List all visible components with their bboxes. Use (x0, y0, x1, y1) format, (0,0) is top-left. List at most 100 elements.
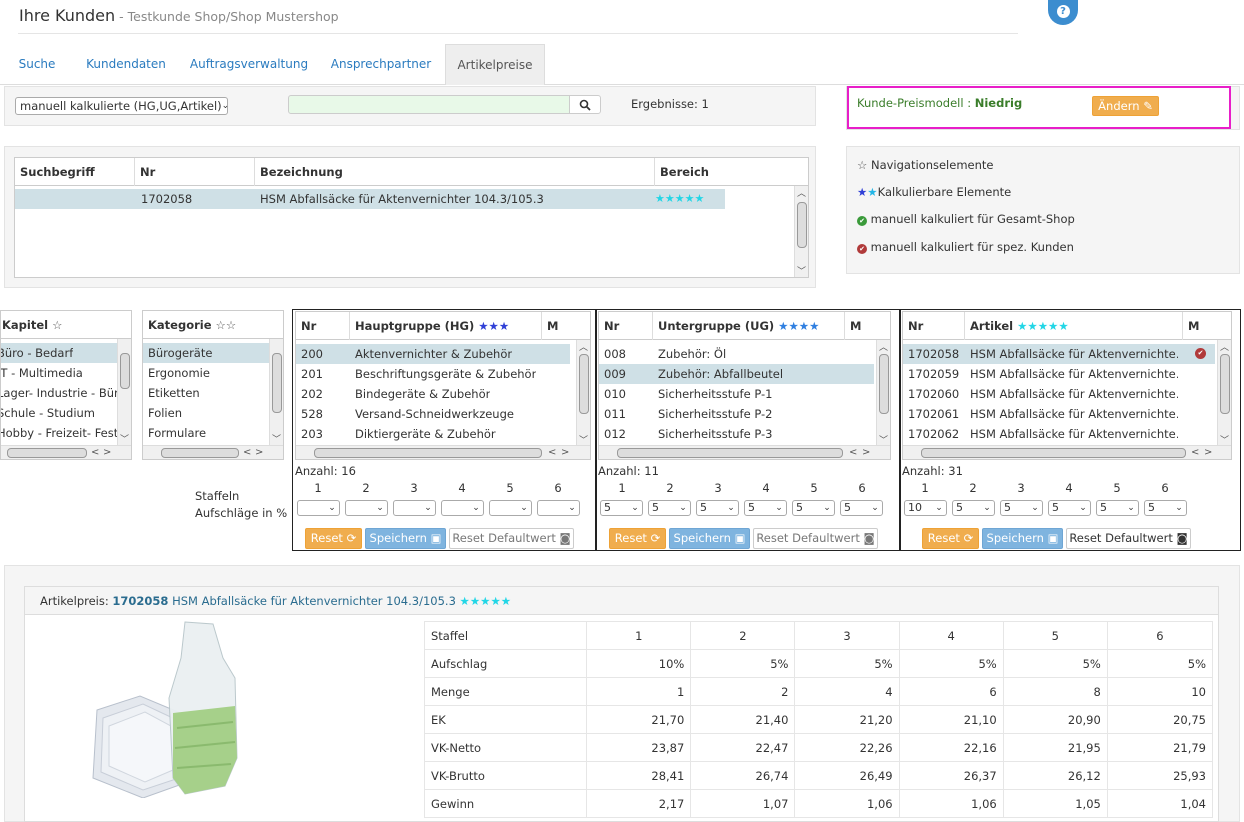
hg-col-name[interactable]: Hauptgruppe (HG) ★★★ (350, 312, 542, 340)
table-row[interactable]: 012 Sicherheitsstufe P-3 (599, 424, 874, 444)
table-row[interactable]: 1702061 HSM Abfallsäcke für Aktenvernicht… (903, 404, 1215, 424)
table-row[interactable]: 1702059 HSM Abfallsäcke für Aktenvernicht… (903, 364, 1215, 384)
artikel-hscroll[interactable]: < > (903, 445, 1231, 459)
scroll-thumb[interactable] (161, 448, 239, 458)
ug-aufschlag-select-4[interactable]: 5 ⌄ (744, 500, 787, 516)
scroll-up-icon[interactable]: ︿ (577, 340, 590, 353)
list-item[interactable]: Etiketten (143, 383, 270, 403)
scroll-right-icon[interactable]: > (561, 446, 569, 459)
tab-suche[interactable]: Suche (8, 44, 66, 85)
table-row[interactable]: 008 Zubehör: Öl (599, 344, 874, 364)
hg-aufschlag-select-1[interactable]: ⌄ (297, 500, 340, 516)
ug-vscroll[interactable]: ︿ ﹀ (876, 340, 890, 446)
table-row[interactable]: 201 Beschriftungsgeräte & Zubehör (296, 364, 570, 384)
hg-col-nr[interactable]: Nr (296, 312, 350, 340)
list-item[interactable]: Büro - Bedarf (1, 343, 118, 363)
hg-aufschlag-select-3[interactable]: ⌄ (393, 500, 436, 516)
artikel-col-nr[interactable]: Nr (903, 312, 965, 340)
artikel-aufschlag-select-4[interactable]: 5 ⌄ (1048, 500, 1091, 516)
ug-col-nr[interactable]: Nr (599, 312, 653, 340)
scroll-right-icon[interactable]: > (255, 446, 263, 459)
kategorie-header-label[interactable]: Kategorie ☆☆ (143, 311, 283, 339)
col-bereich[interactable]: Bereich (655, 158, 808, 186)
scroll-left-icon[interactable]: < (243, 446, 251, 459)
scroll-left-icon[interactable]: < (1191, 446, 1199, 459)
scroll-thumb[interactable] (579, 354, 589, 414)
ug-col-name[interactable]: Untergruppe (UG) ★★★★ (653, 312, 845, 340)
table-row[interactable]: 010 Sicherheitsstufe P-1 (599, 384, 874, 404)
hg-reset-default-button[interactable]: Reset Defaultwert ◙ (449, 528, 574, 549)
scroll-thumb[interactable] (797, 202, 807, 248)
help-button[interactable]: ? (1048, 0, 1078, 25)
list-item[interactable]: Formulare (143, 423, 270, 443)
ug-aufschlag-select-5[interactable]: 5 ⌄ (792, 500, 835, 516)
ug-reset-default-button[interactable]: Reset Defaultwert ◙ (753, 528, 878, 549)
scroll-up-icon[interactable]: ︿ (877, 340, 890, 353)
artikel-col-name[interactable]: Artikel ★★★★★ (965, 312, 1183, 340)
table-row[interactable]: 1702058 HSM Abfallsäcke für Aktenvernich… (15, 189, 725, 209)
kapitel-header-label[interactable]: Kapitel ☆ (1, 311, 129, 339)
kapitel-vscroll[interactable]: ﹀ (117, 339, 131, 445)
tab-artikelpreise[interactable]: Artikelpreise (445, 44, 545, 85)
list-item[interactable]: Hobby - Freizeit- Feste (1, 423, 118, 443)
scroll-right-icon[interactable]: > (862, 446, 870, 459)
hg-reset-button[interactable]: Reset ⟳ (305, 528, 362, 549)
hg-aufschlag-select-4[interactable]: ⌄ (441, 500, 484, 516)
hg-aufschlag-select-6[interactable]: ⌄ (537, 500, 580, 516)
scroll-thumb[interactable] (617, 448, 843, 458)
table-row[interactable]: 528 Versand-Schneidwerkzeuge (296, 404, 570, 424)
tab-auftragsverwaltung[interactable]: Auftragsverwaltung (186, 44, 312, 85)
hg-aufschlag-select-2[interactable]: ⌄ (345, 500, 388, 516)
list-item[interactable]: Schule - Studium (1, 403, 118, 423)
results-scrollbar[interactable]: ︿ ﹀ (794, 186, 808, 277)
kapitel-hscroll[interactable]: < > (1, 445, 131, 459)
col-bezeichnung[interactable]: Bezeichnung (255, 158, 655, 186)
search-button[interactable] (569, 95, 601, 114)
scroll-thumb[interactable] (120, 353, 130, 389)
artikel-col-m[interactable]: M (1183, 312, 1231, 340)
table-row[interactable]: 1702058 HSM Abfallsäcke für Aktenvernicht… (903, 344, 1215, 364)
scroll-right-icon[interactable]: > (1204, 446, 1212, 459)
hg-vscroll[interactable]: ︿ ﹀ (576, 340, 590, 446)
ug-aufschlag-select-3[interactable]: 5 ⌄ (696, 500, 739, 516)
scroll-thumb[interactable] (314, 448, 542, 458)
tab-ansprechpartner[interactable]: Ansprechpartner (322, 44, 440, 85)
scroll-right-icon[interactable]: > (103, 446, 111, 459)
artikel-reset-default-button[interactable]: Reset Defaultwert ◙ (1066, 528, 1191, 549)
change-price-model-button[interactable]: Ändern ✎ (1092, 96, 1159, 116)
ug-col-m[interactable]: M (845, 312, 890, 340)
hg-save-button[interactable]: Speichern ▣ (365, 528, 446, 549)
list-item[interactable]: Folien (143, 403, 270, 423)
tab-kundendaten[interactable]: Kundendaten (76, 44, 176, 85)
kategorie-hscroll[interactable]: < > (143, 445, 283, 459)
scroll-up-icon[interactable]: ︿ (795, 186, 808, 199)
table-row[interactable]: 202 Bindegeräte & Zubehör (296, 384, 570, 404)
scroll-left-icon[interactable]: < (849, 446, 857, 459)
artikel-aufschlag-select-3[interactable]: 5 ⌄ (1000, 500, 1043, 516)
list-item[interactable]: Lager- Industrie - Bür. (1, 383, 121, 403)
scroll-up-icon[interactable]: ︿ (1218, 340, 1231, 353)
hg-hscroll[interactable]: < > (296, 445, 590, 459)
artikel-save-button[interactable]: Speichern ▣ (982, 528, 1063, 549)
artikel-vscroll[interactable]: ︿ ﹀ (1217, 340, 1231, 446)
scroll-down-icon[interactable]: ﹀ (118, 432, 131, 445)
scroll-thumb[interactable] (7, 448, 87, 458)
table-row[interactable]: 1702060 HSM Abfallsäcke für Aktenvernicht… (903, 384, 1215, 404)
ug-aufschlag-select-2[interactable]: 5 ⌄ (648, 500, 691, 516)
ug-aufschlag-select-1[interactable]: 5 ⌄ (600, 500, 643, 516)
col-suchbegriff[interactable]: Suchbegriff (15, 158, 135, 186)
scroll-down-icon[interactable]: ﹀ (270, 432, 283, 445)
list-item[interactable]: Ergonomie (143, 363, 270, 383)
table-row[interactable]: 203 Diktiergeräte & Zubehör (296, 424, 570, 444)
table-row[interactable]: 009 Zubehör: Abfallbeutel (599, 364, 874, 384)
scroll-down-icon[interactable]: ﹀ (795, 264, 808, 277)
scroll-thumb[interactable] (879, 354, 889, 414)
ug-aufschlag-select-6[interactable]: 5 ⌄ (840, 500, 883, 516)
list-item[interactable]: Bürogeräte (143, 343, 270, 363)
list-item[interactable]: IT - Multimedia (1, 363, 118, 383)
hg-col-m[interactable]: M (542, 312, 590, 340)
scroll-thumb[interactable] (921, 448, 1186, 458)
calc-type-select[interactable]: manuell kalkulierte (HG,UG,Artikel) ⌄ (15, 97, 229, 115)
table-row[interactable]: 011 Sicherheitsstufe P-2 (599, 404, 874, 424)
hg-aufschlag-select-5[interactable]: ⌄ (489, 500, 532, 516)
